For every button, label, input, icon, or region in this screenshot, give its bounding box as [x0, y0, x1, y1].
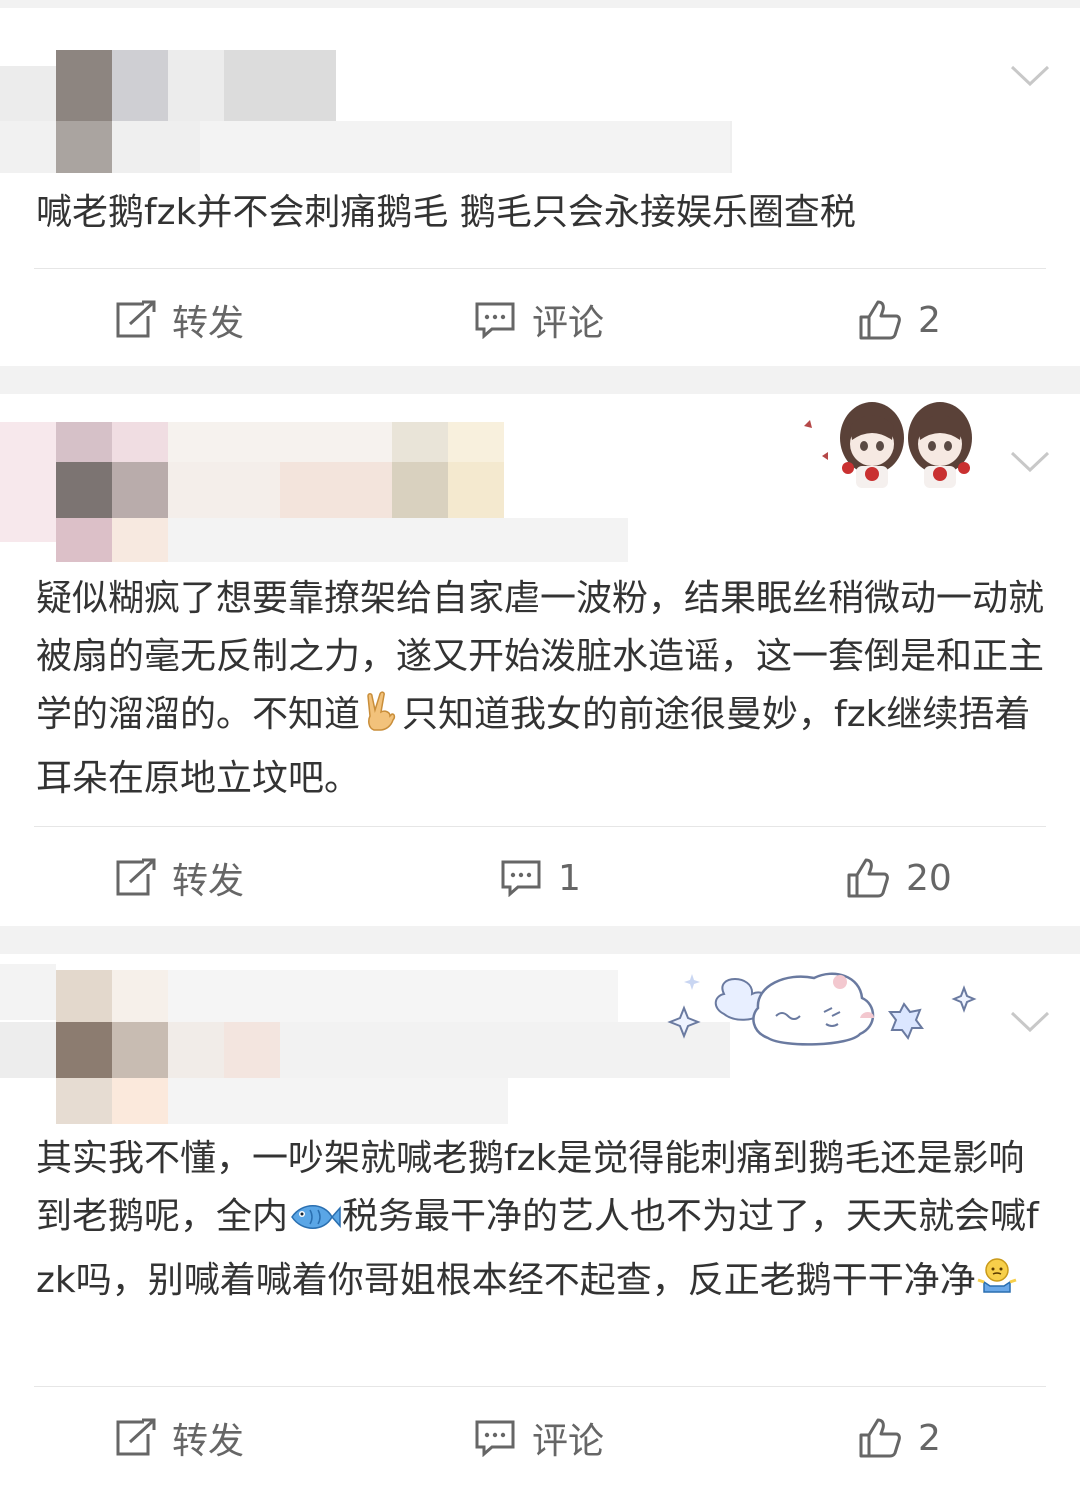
fish-emoji	[288, 1194, 342, 1252]
comment-count: 1	[558, 857, 581, 899]
post-card: 疑似糊疯了想要靠撩架给自家虐一波粉，结果眠丝稍微动一动就被扇的毫无反制之力，遂又…	[0, 394, 1080, 926]
repost-icon	[116, 858, 156, 896]
post-header	[0, 954, 1080, 1124]
post-card: 喊老鹅fzk并不会刺痛鹅毛 鹅毛只会永接娱乐圈查税 转发 评论 2	[0, 8, 1080, 366]
repost-button[interactable]: 转发	[114, 270, 244, 370]
comment-feed: 喊老鹅fzk并不会刺痛鹅毛 鹅毛只会永接娱乐圈查税 转发 评论 2 疑似糊疯了想…	[0, 0, 1080, 1507]
blurred-user-info	[0, 394, 760, 562]
comment-icon	[475, 1420, 515, 1457]
chevron-down-icon	[1010, 1011, 1050, 1033]
comment-icon	[475, 302, 515, 339]
action-bar: 转发 1 20	[0, 828, 1080, 928]
action-bar: 转发 评论 2	[0, 1388, 1080, 1488]
divider	[34, 1386, 1046, 1387]
post-text: 其实我不懂，一吵架就喊老鹅fzk是觉得能刺痛到鹅毛还是影响到老鹅呢，全内 税务最干…	[36, 1130, 1046, 1316]
post-menu-button[interactable]	[1010, 1002, 1050, 1042]
sleepy-cat-cloud-sticker	[664, 964, 984, 1064]
chevron-down-icon	[1010, 65, 1050, 87]
comment-icon	[501, 860, 541, 897]
comment-button[interactable]: 评论	[474, 1388, 604, 1488]
like-count: 20	[906, 857, 952, 899]
shrug-emoji	[976, 1256, 1018, 1316]
chevron-down-icon	[1010, 451, 1050, 473]
repost-button[interactable]: 转发	[114, 828, 244, 928]
victory-hand-emoji	[360, 690, 402, 750]
repost-label: 转发	[172, 1421, 245, 1462]
anime-twins-sticker	[792, 396, 1004, 492]
thumbs-up-icon	[859, 300, 901, 340]
divider	[34, 268, 1046, 269]
repost-button[interactable]: 转发	[114, 1388, 244, 1488]
comment-label: 评论	[532, 303, 605, 344]
like-button[interactable]: 20	[846, 828, 952, 928]
comment-button[interactable]: 评论	[474, 270, 604, 370]
repost-label: 转发	[172, 303, 245, 344]
blurred-user-info	[0, 954, 760, 1124]
like-count: 2	[918, 1417, 941, 1459]
post-menu-button[interactable]	[1010, 56, 1050, 96]
action-bar: 转发 评论 2	[0, 270, 1080, 370]
post-text: 喊老鹅fzk并不会刺痛鹅毛 鹅毛只会永接娱乐圈查税	[36, 192, 856, 233]
comment-button[interactable]: 1	[500, 828, 581, 928]
repost-icon	[116, 1418, 156, 1456]
like-button[interactable]: 2	[858, 1388, 941, 1488]
blurred-user-info	[0, 8, 760, 173]
post-header	[0, 8, 1080, 173]
post-text: 疑似糊疯了想要靠撩架给自家虐一波粉，结果眠丝稍微动一动就被扇的毫无反制之力，遂又…	[36, 570, 1046, 808]
post-card: 其实我不懂，一吵架就喊老鹅fzk是觉得能刺痛到鹅毛还是影响到老鹅呢，全内 税务最干…	[0, 954, 1080, 1507]
thumbs-up-icon	[847, 858, 889, 898]
comment-label: 评论	[532, 1421, 605, 1462]
like-count: 2	[918, 299, 941, 341]
repost-icon	[116, 300, 156, 338]
post-menu-button[interactable]	[1010, 442, 1050, 482]
like-button[interactable]: 2	[858, 270, 941, 370]
thumbs-up-icon	[859, 1418, 901, 1458]
post-header	[0, 394, 1080, 562]
divider	[34, 826, 1046, 827]
repost-label: 转发	[172, 861, 245, 902]
